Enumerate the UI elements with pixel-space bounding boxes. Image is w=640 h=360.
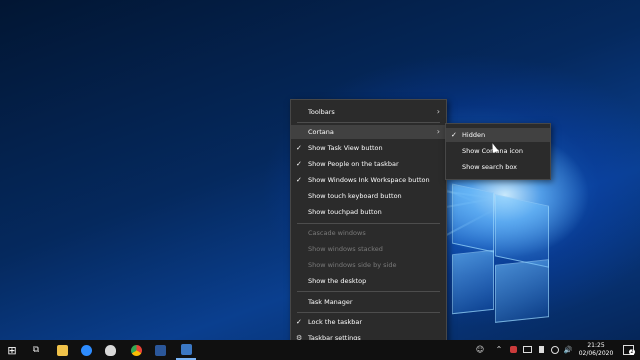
- menu-item-show-people[interactable]: ✓ Show People on the taskbar: [291, 157, 446, 171]
- start-button[interactable]: ⊞: [2, 340, 22, 360]
- chevron-right-icon: ›: [436, 107, 440, 116]
- action-center-button[interactable]: 2: [620, 340, 636, 360]
- menu-item-label: Hidden: [462, 131, 486, 139]
- windows-logo-icon: ⊞: [7, 343, 17, 357]
- taskbar-app-paint[interactable]: [100, 340, 120, 360]
- taskbar[interactable]: ⊞ ⧉ ☺ ⌃ 🔊 21:25 02/06/2020 2: [0, 340, 640, 360]
- speaker-icon: 🔊: [563, 346, 573, 354]
- menu-item-label: Show touchpad button: [308, 208, 382, 216]
- menu-item-lock-taskbar[interactable]: ✓ Lock the taskbar: [291, 315, 446, 329]
- checkmark-icon: ✓: [296, 160, 302, 168]
- submenu-item-show-search-box[interactable]: Show search box: [446, 160, 550, 174]
- cortana-submenu: ✓ Hidden Show Cortana icon Show search b…: [445, 123, 551, 180]
- people-icon: ☺: [475, 345, 485, 354]
- menu-item-label: Cortana: [308, 128, 334, 136]
- wallpaper-window-logo-pane: [452, 249, 494, 315]
- clock[interactable]: 21:25 02/06/2020: [578, 342, 614, 358]
- menu-item-cortana[interactable]: Cortana ›: [291, 125, 446, 139]
- taskbar-app-chrome[interactable]: [126, 340, 146, 360]
- keyboard-icon: [522, 346, 532, 353]
- notification-count-badge: 2: [629, 349, 635, 355]
- word-icon: [154, 344, 166, 356]
- menu-item-label: Show People on the taskbar: [308, 160, 399, 168]
- menu-item-label: Show windows side by side: [308, 261, 397, 269]
- checkmark-icon: ✓: [296, 144, 302, 152]
- chevron-up-icon: ⌃: [495, 345, 503, 354]
- menu-separator: [297, 122, 440, 123]
- menu-item-show-desktop[interactable]: Show the desktop: [291, 274, 446, 288]
- menu-separator: [297, 223, 440, 224]
- network-icon: [551, 345, 559, 354]
- tray-icon[interactable]: [522, 340, 532, 360]
- menu-item-show-windows-side-by-side: Show windows side by side: [291, 258, 446, 272]
- menu-item-toolbars[interactable]: Toolbars ›: [291, 105, 446, 119]
- menu-item-task-manager[interactable]: Task Manager: [291, 295, 446, 309]
- app-s-icon: [180, 343, 192, 355]
- menu-separator: [297, 291, 440, 292]
- menu-item-label: Show touch keyboard button: [308, 192, 402, 200]
- menu-item-label: Task Manager: [308, 298, 353, 306]
- wallpaper-window-logo-pane: [495, 259, 549, 323]
- menu-item-show-task-view-button[interactable]: ✓ Show Task View button: [291, 141, 446, 155]
- taskbar-app-word[interactable]: [150, 340, 170, 360]
- taskbar-context-menu: Toolbars › Cortana › ✓ Show Task View bu…: [290, 99, 447, 349]
- menu-item-label: Toolbars: [308, 108, 335, 116]
- paint-icon: [104, 344, 116, 356]
- menu-item-label: Show the desktop: [308, 277, 367, 285]
- taskbar-app-file-explorer[interactable]: [52, 340, 72, 360]
- menu-item-cascade-windows: Cascade windows: [291, 226, 446, 240]
- checkmark-icon: ✓: [451, 131, 457, 139]
- chevron-right-icon: ›: [436, 127, 440, 136]
- tray-icon[interactable]: [536, 340, 546, 360]
- taskbar-app-zoom[interactable]: [76, 340, 96, 360]
- menu-item-label: Show windows stacked: [308, 245, 383, 253]
- people-button[interactable]: ☺: [474, 340, 486, 360]
- wallpaper-window-logo-pane: [452, 183, 494, 253]
- menu-item-label: Show Task View button: [308, 144, 383, 152]
- tray-app-icon: [509, 346, 517, 353]
- menu-item-show-ink-workspace[interactable]: ✓ Show Windows Ink Workspace button: [291, 173, 446, 187]
- menu-item-show-touch-keyboard[interactable]: Show touch keyboard button: [291, 189, 446, 203]
- battery-icon: [538, 346, 544, 353]
- checkmark-icon: ✓: [296, 318, 302, 326]
- menu-item-label: Lock the taskbar: [308, 318, 363, 326]
- checkmark-icon: ✓: [296, 176, 302, 184]
- submenu-item-hidden[interactable]: ✓ Hidden: [446, 128, 550, 142]
- menu-item-label: Show Windows Ink Workspace button: [308, 176, 430, 184]
- menu-separator: [297, 312, 440, 313]
- wallpaper-window-logo-pane: [495, 194, 549, 268]
- clock-date: 02/06/2020: [578, 350, 614, 357]
- volume-button[interactable]: 🔊: [562, 340, 574, 360]
- taskbar-app-s[interactable]: [176, 340, 196, 360]
- tray-icon[interactable]: [508, 340, 518, 360]
- clock-time: 21:25: [587, 342, 605, 349]
- menu-item-label: Cascade windows: [308, 229, 366, 237]
- menu-item-show-windows-stacked: Show windows stacked: [291, 242, 446, 256]
- menu-item-label: Show search box: [462, 163, 518, 171]
- task-view-button[interactable]: ⧉: [26, 340, 46, 360]
- tray-icon[interactable]: [550, 340, 560, 360]
- zoom-icon: [80, 344, 92, 356]
- chrome-icon: [130, 344, 142, 356]
- menu-item-show-touchpad[interactable]: Show touchpad button: [291, 205, 446, 219]
- task-view-icon: ⧉: [32, 345, 40, 355]
- show-hidden-icons-button[interactable]: ⌃: [494, 340, 504, 360]
- folder-icon: [56, 344, 68, 356]
- submenu-item-show-cortana-icon[interactable]: Show Cortana icon: [446, 144, 550, 158]
